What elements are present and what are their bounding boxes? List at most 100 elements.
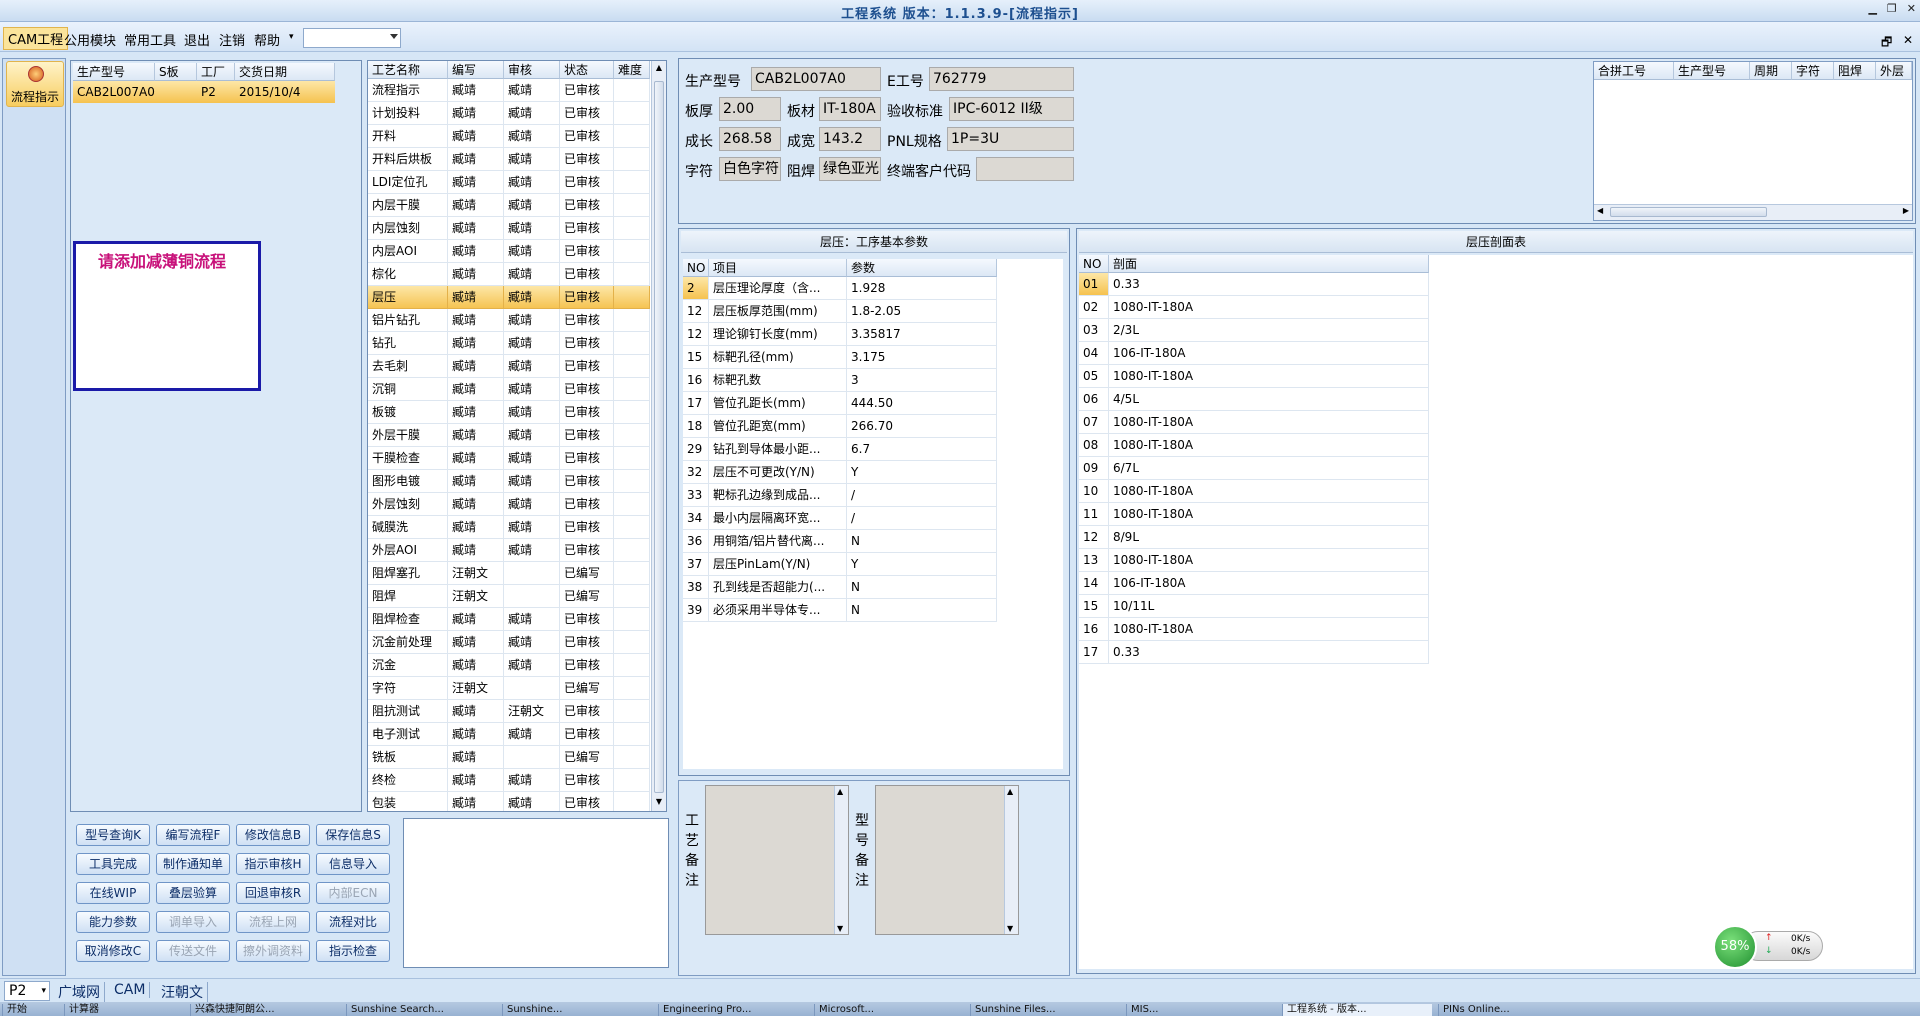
model-note-scrollbar[interactable]: ▲ ▼ — [1004, 786, 1018, 934]
process-header[interactable]: 工艺名称 — [368, 61, 448, 79]
action-button[interactable]: 工具完成 — [76, 853, 150, 875]
process-note-textarea[interactable]: ▲ ▼ — [705, 785, 849, 935]
process-row[interactable]: 沉金 臧靖 臧靖 已审核 — [368, 654, 650, 677]
params-cell[interactable]: 3 — [847, 369, 997, 392]
info-field[interactable]: 143.2 — [819, 127, 881, 151]
info-field[interactable]: 2.00 — [719, 97, 781, 121]
process-row[interactable]: 外层蚀刻 臧靖 臧靖 已审核 — [368, 493, 650, 516]
taskbar-item[interactable]: Microsoft... — [814, 1004, 964, 1016]
params-cell[interactable]: N — [847, 576, 997, 599]
params-header[interactable]: 项目 — [709, 259, 847, 277]
params-cell[interactable]: 3.175 — [847, 346, 997, 369]
taskbar-item[interactable]: Sunshine Search... — [346, 1004, 496, 1016]
info-field[interactable]: IPC-6012 II级 — [949, 97, 1074, 121]
scroll-thumb[interactable] — [654, 81, 664, 793]
mdi-restore-icon[interactable]: 🗗 — [1881, 33, 1892, 54]
process-row[interactable]: 电子测试 臧靖 臧靖 已审核 — [368, 723, 650, 746]
combine-header[interactable]: 生产型号 — [1674, 62, 1750, 80]
process-row[interactable]: 铣板 臧靖 已编写 — [368, 746, 650, 769]
process-row[interactable]: 开料后烘板 臧靖 臧靖 已审核 — [368, 148, 650, 171]
process-row[interactable]: 阻抗测试 臧靖 汪朝文 已审核 — [368, 700, 650, 723]
process-row[interactable]: LDI定位孔 臧靖 臧靖 已审核 — [368, 171, 650, 194]
flow-indicator-button[interactable]: 流程指示 — [6, 61, 64, 107]
action-button[interactable]: 制作通知单 — [156, 853, 230, 875]
order-row[interactable]: CAB2L007A0 P2 2015/10/4 — [73, 81, 335, 103]
action-button[interactable]: 能力参数 — [76, 911, 150, 933]
process-row[interactable]: 阻焊 汪朝文 已编写 — [368, 585, 650, 608]
process-row[interactable]: 阻焊检查 臧靖 臧靖 已审核 — [368, 608, 650, 631]
stack-header[interactable]: 剖面 — [1109, 255, 1429, 273]
taskbar-item[interactable]: Engineering Pro... — [658, 1004, 808, 1016]
minimize-icon[interactable]: ▁ — [1868, 2, 1876, 15]
model-note-textarea[interactable]: ▲ ▼ — [875, 785, 1019, 935]
process-row[interactable]: 阻焊塞孔 汪朝文 已编写 — [368, 562, 650, 585]
scroll-left-icon[interactable]: ◀ — [1597, 206, 1603, 215]
info-field[interactable]: 绿色亚光 — [819, 157, 881, 181]
params-cell[interactable]: N — [847, 530, 997, 553]
process-row[interactable]: 终检 臧靖 臧靖 已审核 — [368, 769, 650, 792]
taskbar-item[interactable]: 计算器 — [64, 1004, 184, 1016]
menu-exit[interactable]: 退出 — [184, 30, 210, 49]
menu-dropdown-icon[interactable]: ▾ — [289, 32, 294, 42]
combine-header[interactable]: 字符 — [1792, 62, 1834, 80]
action-button[interactable]: 指示检查 — [316, 940, 390, 962]
params-cell[interactable]: 6.7 — [847, 438, 997, 461]
scroll-down-icon[interactable]: ▼ — [1007, 924, 1013, 933]
process-note-scrollbar[interactable]: ▲ ▼ — [834, 786, 848, 934]
process-header[interactable]: 编写 — [448, 61, 504, 79]
params-cell[interactable]: / — [847, 507, 997, 530]
scroll-up-icon[interactable]: ▲ — [1007, 787, 1013, 796]
restore-icon[interactable]: ❐ — [1887, 2, 1897, 15]
info-field[interactable] — [976, 157, 1074, 181]
combine-header[interactable]: 外层 — [1876, 62, 1912, 80]
process-row[interactable]: 干膜检查 臧靖 臧靖 已审核 — [368, 447, 650, 470]
taskbar-item[interactable]: Sunshine Files... — [970, 1004, 1120, 1016]
menu-combo[interactable] — [303, 28, 401, 48]
network-widget[interactable]: 58% ↑ ↓ 0K/s 0K/s — [1713, 925, 1823, 969]
process-row[interactable]: 开料 臧靖 臧靖 已审核 — [368, 125, 650, 148]
menu-public-module[interactable]: 公用模块 — [64, 30, 116, 49]
action-button[interactable]: 指示审核H — [236, 853, 310, 875]
hscroll-thumb[interactable] — [1610, 207, 1767, 217]
orders-header[interactable]: 生产型号 — [73, 63, 155, 81]
process-row[interactable]: 包装 臧靖 臧靖 已审核 — [368, 792, 650, 811]
menu-help[interactable]: 帮助 — [254, 30, 280, 49]
combine-header[interactable]: 阻焊 — [1834, 62, 1876, 80]
action-button[interactable]: 信息导入 — [316, 853, 390, 875]
menu-cam[interactable]: CAM工程 — [3, 27, 69, 50]
params-cell[interactable]: 266.70 — [847, 415, 997, 438]
action-button[interactable]: 取消修改C — [76, 940, 150, 962]
taskbar-item[interactable]: 开始 — [2, 1004, 58, 1016]
scroll-down-icon[interactable]: ▼ — [653, 797, 665, 809]
params-cell[interactable]: / — [847, 484, 997, 507]
action-button[interactable]: 在线WIP — [76, 882, 150, 904]
process-row[interactable]: 内层蚀刻 臧靖 臧靖 已审核 — [368, 217, 650, 240]
mdi-close-icon[interactable]: ✕ — [1903, 33, 1913, 47]
process-row[interactable]: 外层AOI 臧靖 臧靖 已审核 — [368, 539, 650, 562]
taskbar-item[interactable]: MIS... — [1126, 1004, 1276, 1016]
orders-header[interactable]: S板 — [155, 63, 197, 81]
process-header[interactable]: 状态 — [560, 61, 614, 79]
process-row[interactable]: 去毛刺 臧靖 臧靖 已审核 — [368, 355, 650, 378]
info-field[interactable]: CAB2L007A0 — [751, 67, 881, 91]
info-field[interactable]: IT-180A — [819, 97, 881, 121]
factory-select[interactable]: P2 ▾ — [4, 981, 50, 1001]
process-row[interactable]: 钻孔 臧靖 臧靖 已审核 — [368, 332, 650, 355]
action-button[interactable]: 型号查询K — [76, 824, 150, 846]
menu-tools[interactable]: 常用工具 — [124, 30, 176, 49]
orders-header[interactable]: 工厂 — [197, 63, 235, 81]
params-cell[interactable]: 1.928 — [847, 277, 997, 300]
params-cell[interactable]: Y — [847, 553, 997, 576]
action-button[interactable]: 叠层验算 — [156, 882, 230, 904]
info-field[interactable]: 268.58 — [719, 127, 781, 151]
orders-header[interactable]: 交货日期 — [235, 63, 335, 81]
params-header[interactable]: NO — [683, 259, 709, 277]
info-field[interactable]: 1P=3U — [947, 127, 1074, 151]
action-button[interactable]: 修改信息B — [236, 824, 310, 846]
combine-header[interactable]: 合拼工号 — [1594, 62, 1674, 80]
close-icon[interactable]: ✕ — [1907, 2, 1916, 15]
combine-header[interactable]: 周期 — [1750, 62, 1792, 80]
scroll-down-icon[interactable]: ▼ — [837, 924, 843, 933]
taskbar-item[interactable]: Sunshine... — [502, 1004, 652, 1016]
info-field[interactable]: 白色字符 — [719, 157, 781, 181]
